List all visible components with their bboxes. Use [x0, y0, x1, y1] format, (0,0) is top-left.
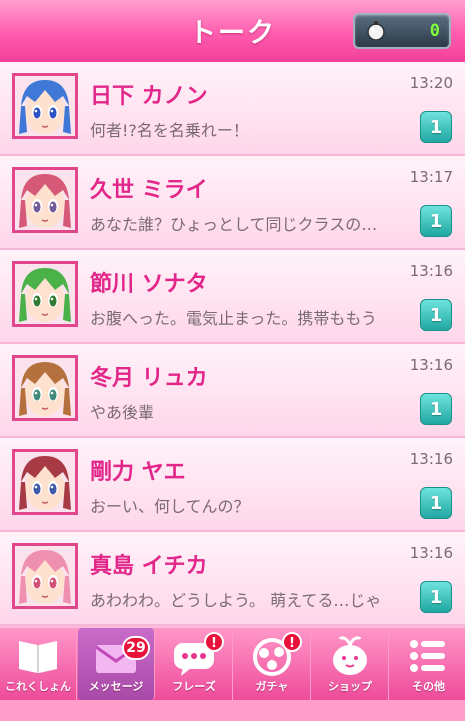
message-time: 13:16 [409, 356, 453, 374]
face-icon [15, 264, 75, 324]
tab-phrases[interactable]: ! フレーズ [156, 628, 233, 700]
alert-badge: ! [282, 632, 302, 652]
contact-name: 剛力 ヤエ [90, 460, 186, 485]
face-icon [15, 76, 75, 136]
contact-name: 節川 ソナタ [90, 272, 208, 297]
tab-shop[interactable]: ショップ [312, 628, 389, 700]
message-time: 13:16 [409, 262, 453, 280]
last-message: 何者!?名を名乗れー！ [90, 121, 249, 140]
face-icon [15, 452, 75, 512]
book-icon [19, 641, 57, 673]
tab-label: その他 [412, 680, 445, 693]
alert-badge: ! [204, 632, 224, 652]
tab-label: ショップ [328, 680, 372, 693]
last-message: あなた誰？ひょっとして同じクラスの… [90, 215, 378, 234]
face-icon [15, 358, 75, 418]
tab-label: ガチャ [255, 680, 289, 693]
unread-badge: 1 [420, 111, 452, 143]
bomb-counter[interactable]: 0 [353, 13, 451, 49]
contact-name: 真島 イチカ [90, 554, 208, 579]
last-message: おーい、何してんの？ [90, 497, 250, 516]
tab-label: メッセージ [88, 680, 144, 693]
avatar [12, 449, 78, 515]
avatar [12, 261, 78, 327]
contact-name: 久世 ミライ [90, 178, 208, 203]
unread-badge: 1 [420, 487, 452, 519]
last-message: あわわわ。どうしよう。 萌えてる…じゃ [90, 591, 382, 610]
menu-list-icon [410, 640, 445, 672]
list-item[interactable]: 剛力 ヤエ おーい、何してんの？ 13:16 1 [0, 438, 465, 532]
tab-messages[interactable]: 29 メッセージ [78, 628, 155, 700]
tab-label: フレーズ [172, 680, 216, 693]
shop-mascot-icon [333, 636, 367, 675]
bottom-strip [0, 700, 465, 721]
message-time: 13:17 [409, 168, 453, 186]
avatar [12, 73, 78, 139]
list-item[interactable]: 節川 ソナタ お腹へった。電気止まった。携帯ももう 13:16 1 [0, 250, 465, 344]
face-icon [15, 546, 75, 606]
unread-badge: 1 [420, 581, 452, 613]
list-item[interactable]: 冬月 リュカ やあ後輩 13:16 1 [0, 344, 465, 438]
contact-name: 冬月 リュカ [90, 366, 208, 391]
list-item[interactable]: 日下 カノン 何者!?名を名乗れー！ 13:20 1 [0, 62, 465, 156]
message-time: 13:16 [409, 544, 453, 562]
counter-value: 0 [429, 21, 440, 41]
bomb-icon [367, 21, 385, 41]
contact-name: 日下 カノン [90, 84, 208, 109]
list-item[interactable]: 真島 イチカ あわわわ。どうしよう。 萌えてる…じゃ 13:16 1 [0, 532, 465, 626]
header-bar: トーク 0 [0, 0, 465, 62]
last-message: やあ後輩 [90, 403, 155, 422]
last-message: お腹へった。電気止まった。携帯ももう [90, 309, 377, 328]
talk-list: 日下 カノン 何者!?名を名乗れー！ 13:20 1 久世 ミライ あなた誰？ひ… [0, 62, 465, 626]
unread-badge: 1 [420, 299, 452, 331]
list-item[interactable]: 久世 ミライ あなた誰？ひょっとして同じクラスの… 13:17 1 [0, 156, 465, 250]
tab-label: これくしょん [5, 680, 71, 693]
message-time: 13:20 [409, 74, 453, 92]
message-count-badge: 29 [122, 636, 150, 660]
tab-collection[interactable]: これくしょん [0, 628, 77, 700]
tab-gacha[interactable]: ! ガチャ [234, 628, 311, 700]
avatar [12, 543, 78, 609]
unread-badge: 1 [420, 393, 452, 425]
tab-other[interactable]: その他 [390, 628, 465, 700]
face-icon [15, 170, 75, 230]
avatar [12, 167, 78, 233]
unread-badge: 1 [420, 205, 452, 237]
avatar [12, 355, 78, 421]
message-time: 13:16 [409, 450, 453, 468]
